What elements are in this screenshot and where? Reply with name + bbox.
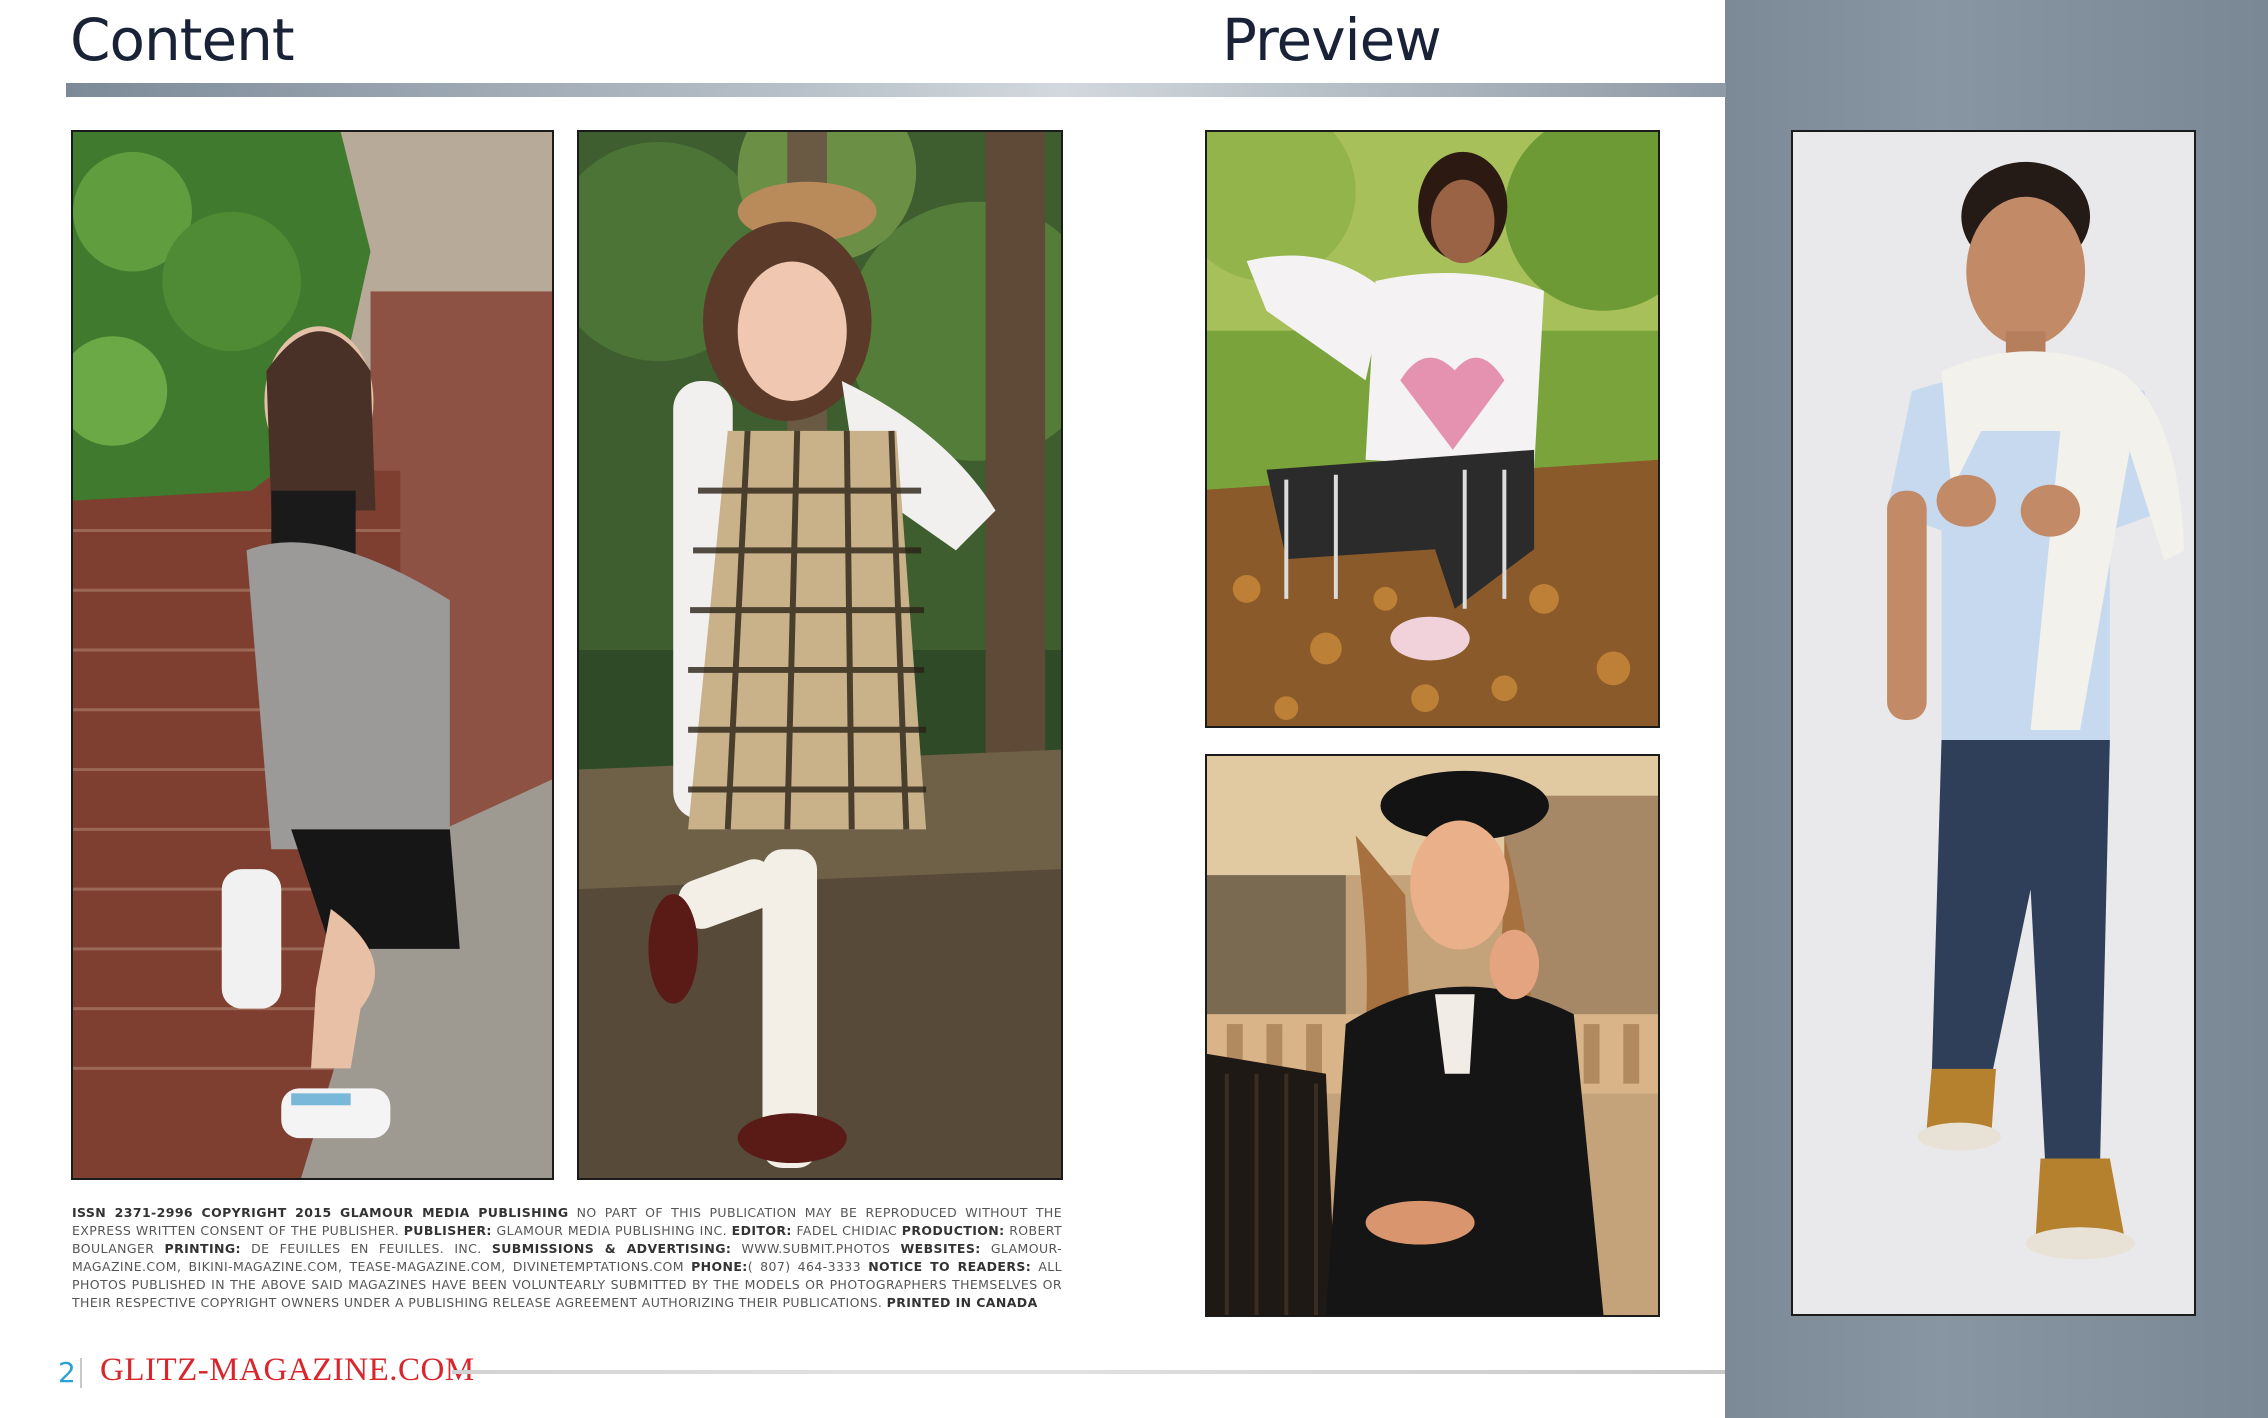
websites-label: WEBSITES: xyxy=(900,1241,981,1256)
boy-with-sweater-on-shoulders-photo[interactable] xyxy=(1791,130,2196,1316)
publisher-value: GLAMOUR MEDIA PUBLISHING INC. xyxy=(496,1223,727,1238)
footer-rule xyxy=(452,1370,1725,1374)
readers-label: NOTICE TO READERS: xyxy=(868,1259,1032,1274)
publisher-label: PUBLISHER: xyxy=(403,1223,492,1238)
submissions-label: SUBMISSIONS & ADVERTISING: xyxy=(491,1241,732,1256)
printed-in: PRINTED IN CANADA xyxy=(886,1295,1038,1310)
brand-wordmark[interactable]: GLITZ-MAGAZINE.COM xyxy=(100,1352,475,1389)
submissions-value: WWW.SUBMIT.PHOTOS xyxy=(741,1241,891,1256)
production-label: PRODUCTION: xyxy=(901,1223,1005,1238)
girl-leaning-on-brick-wall-photo[interactable] xyxy=(71,130,554,1180)
title-rule xyxy=(66,83,1726,97)
footer-separator xyxy=(80,1358,82,1388)
issn-copyright: ISSN 2371-2996 COPYRIGHT 2015 GLAMOUR ME… xyxy=(72,1205,569,1220)
printing-value: DE FEUILLES EN FEUILLES. INC. xyxy=(251,1241,482,1256)
content-heading: Content xyxy=(70,6,295,74)
preview-heading: Preview xyxy=(1222,6,1442,74)
masthead-fine-print: ISSN 2371-2996 COPYRIGHT 2015 GLAMOUR ME… xyxy=(72,1204,1062,1312)
girl-kneeling-in-leaves-photo[interactable] xyxy=(1205,130,1660,728)
phone-value: ( 807) 464-3333 xyxy=(747,1259,862,1274)
editor-label: EDITOR: xyxy=(731,1223,792,1238)
phone-label: PHONE: xyxy=(691,1259,748,1274)
girl-in-plaid-dress-beret-photo[interactable] xyxy=(577,130,1063,1180)
page-number: 2 xyxy=(58,1356,76,1389)
woman-in-black-beret-sunset-photo[interactable] xyxy=(1205,754,1660,1317)
printing-label: PRINTING: xyxy=(164,1241,241,1256)
editor-value: FADEL CHIDIAC xyxy=(796,1223,898,1238)
